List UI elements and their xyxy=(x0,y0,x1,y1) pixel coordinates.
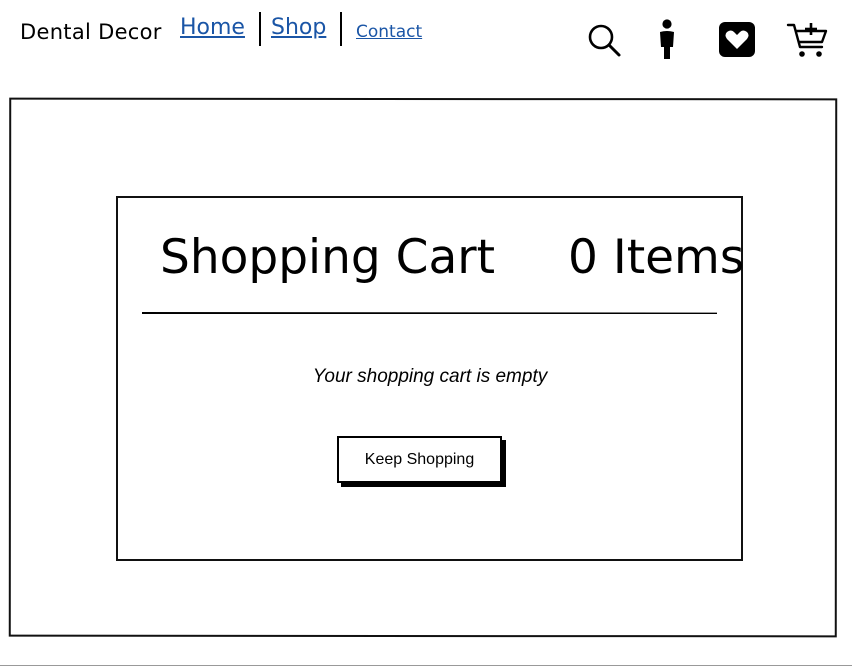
cart-title: Shopping Cart xyxy=(160,230,496,285)
keep-shopping-label: Keep Shopping xyxy=(364,450,475,468)
nav-link-shop[interactable]: Shop xyxy=(271,15,326,40)
empty-cart-message: Your shopping cart is empty xyxy=(312,366,548,387)
footer-divider xyxy=(0,665,852,666)
search-icon[interactable] xyxy=(586,22,622,58)
nav-separator xyxy=(259,12,261,46)
wishlist-heart-icon[interactable] xyxy=(718,21,756,58)
account-icon[interactable] xyxy=(656,19,678,61)
nav-separator xyxy=(340,12,342,46)
nav-link-contact[interactable]: Contact xyxy=(356,22,422,42)
nav-link-home[interactable]: Home xyxy=(180,15,245,40)
brand-logo-text[interactable]: Dental Decor xyxy=(20,20,162,44)
keep-shopping-button[interactable]: Keep Shopping xyxy=(337,436,502,483)
add-to-cart-icon[interactable] xyxy=(786,20,830,60)
cart-item-count: 0 Items xyxy=(568,230,745,285)
cart-header-divider xyxy=(142,312,717,314)
